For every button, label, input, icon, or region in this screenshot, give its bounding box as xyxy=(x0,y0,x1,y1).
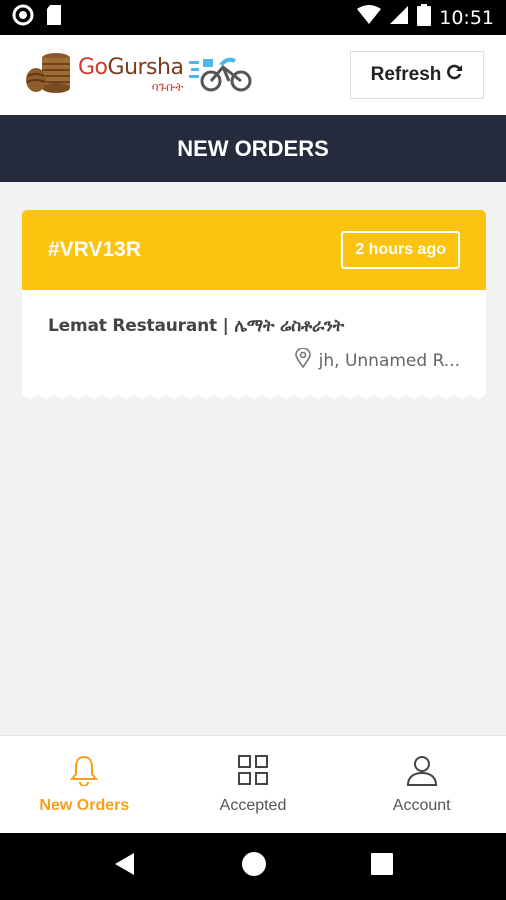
user-icon xyxy=(406,754,438,791)
nav-new-orders-label: New Orders xyxy=(39,797,130,814)
restaurant-name: Lemat Restaurant | ሌማት ሬስቶራንት xyxy=(48,316,344,336)
recents-icon[interactable] xyxy=(370,852,394,881)
page-title: NEW ORDERS xyxy=(177,135,329,161)
back-icon[interactable] xyxy=(112,851,138,882)
order-id: #VRV13R xyxy=(48,238,142,261)
refresh-button[interactable]: Refresh xyxy=(350,51,484,99)
gogursha-logo: GoGursha ባጉቡት xyxy=(22,50,257,101)
notification-circle-icon xyxy=(12,4,34,31)
card-zigzag-edge xyxy=(22,392,486,400)
order-address: jh, Unnamed R... xyxy=(318,350,460,371)
logo-gursha-text: Gursha xyxy=(107,55,184,80)
wifi-icon xyxy=(357,5,382,30)
delivery-bike-icon xyxy=(187,53,257,98)
grid-icon xyxy=(237,754,269,791)
logo-go-text: Go xyxy=(78,55,108,80)
order-time-badge: 2 hours ago xyxy=(341,231,460,269)
refresh-icon xyxy=(447,64,463,86)
refresh-label: Refresh xyxy=(370,64,442,85)
order-card[interactable]: #VRV13R 2 hours ago Lemat Restaurant | ሌ… xyxy=(22,210,486,400)
address-row: jh, Unnamed R... xyxy=(48,347,460,373)
location-pin-icon xyxy=(294,347,311,373)
status-time: 10:51 xyxy=(439,6,494,29)
nav-account[interactable]: Account xyxy=(337,736,506,833)
app-header: GoGursha ባጉቡት Refresh xyxy=(0,35,506,115)
nav-new-orders[interactable]: New Orders xyxy=(0,736,169,833)
signal-icon xyxy=(389,5,409,30)
order-card-header: #VRV13R 2 hours ago xyxy=(22,210,486,290)
bell-icon xyxy=(70,754,99,791)
nav-accepted-label: Accepted xyxy=(219,797,287,814)
basket-logo-icon xyxy=(22,50,74,101)
bottom-nav: New Orders Accepted Account xyxy=(0,735,506,833)
battery-icon xyxy=(417,4,432,31)
home-icon[interactable] xyxy=(241,851,267,882)
nav-accepted[interactable]: Accepted xyxy=(169,736,338,833)
order-card-body: Lemat Restaurant | ሌማት ሬስቶራንት jh, Unname… xyxy=(22,290,486,392)
sd-card-icon xyxy=(46,4,62,31)
status-bar: 10:51 xyxy=(0,0,506,35)
page-title-bar: NEW ORDERS xyxy=(0,115,506,182)
nav-account-label: Account xyxy=(392,797,451,814)
logo-subtitle: ባጉቡት xyxy=(151,80,184,94)
system-nav-bar xyxy=(0,833,506,900)
